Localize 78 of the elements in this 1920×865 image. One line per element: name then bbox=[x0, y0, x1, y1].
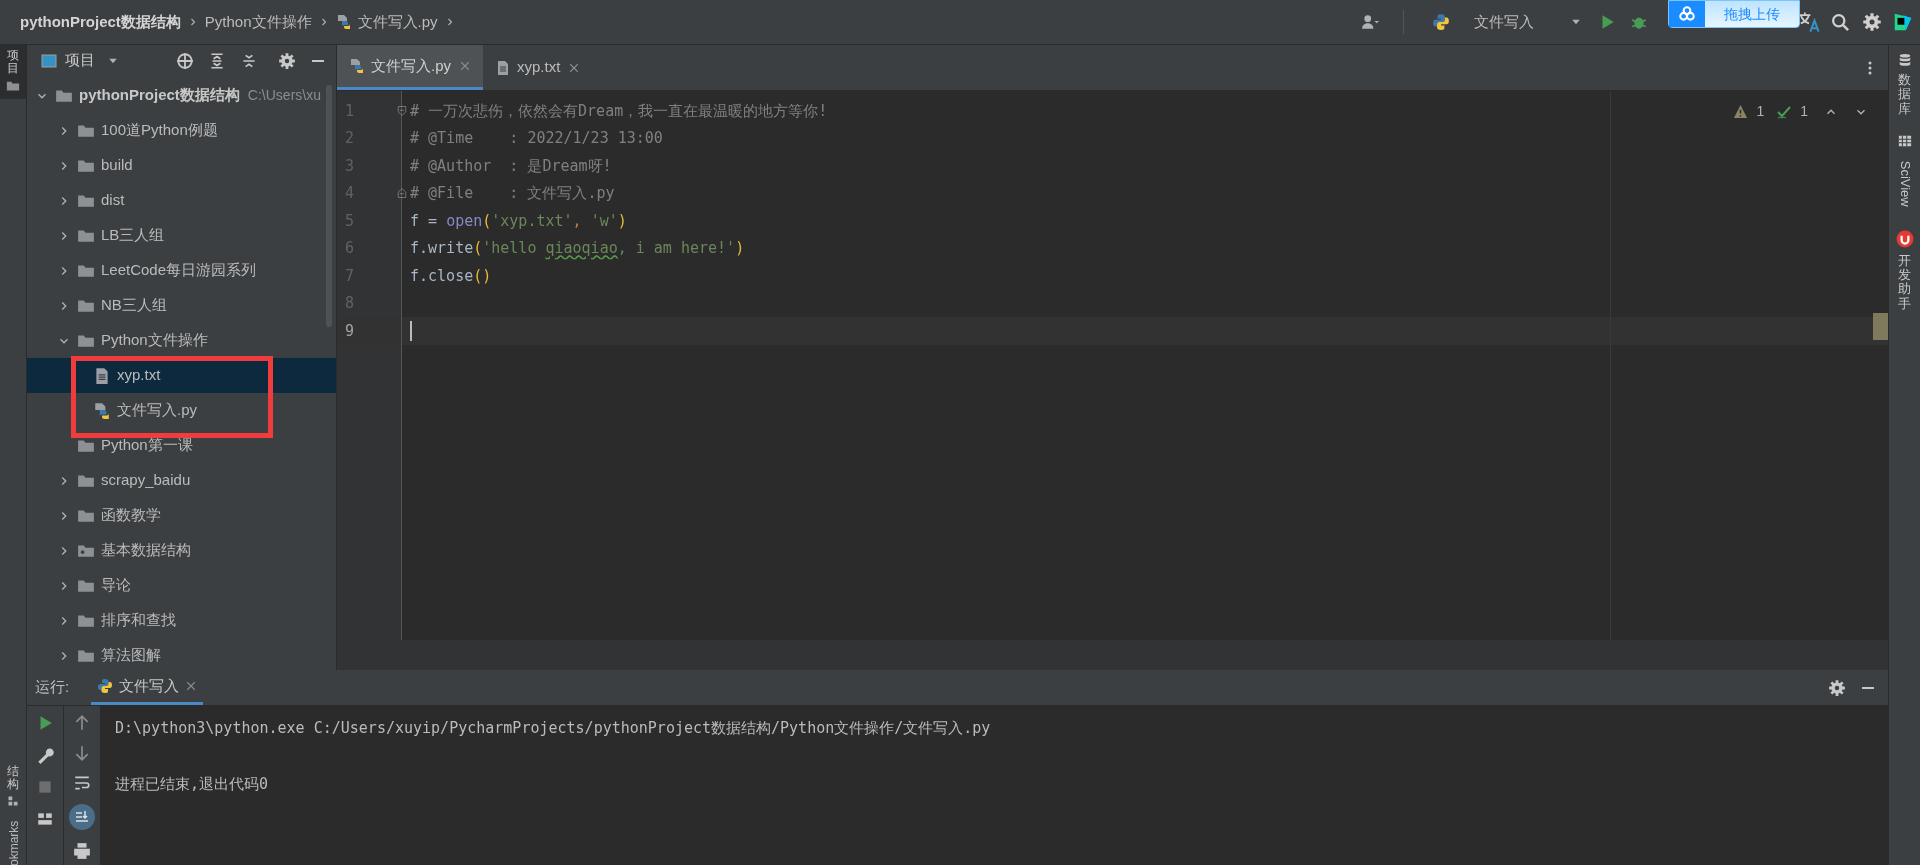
soft-wrap-icon[interactable] bbox=[73, 774, 91, 792]
tree-item[interactable]: 导论 bbox=[27, 568, 336, 603]
breadcrumb-item[interactable]: 文件写入.py bbox=[357, 10, 438, 34]
console-line: 进程已结束,退出代码0 bbox=[115, 774, 270, 795]
code-line: # @File : 文件写入.py bbox=[410, 183, 615, 204]
tool-window-label[interactable]: 数据库 bbox=[1898, 73, 1911, 116]
breadcrumb-item[interactable]: Python文件操作 bbox=[204, 10, 312, 34]
cloud-icon bbox=[1677, 5, 1697, 23]
panel-view-dropdown[interactable]: 项目 bbox=[41, 49, 119, 72]
settings-icon[interactable] bbox=[1862, 12, 1882, 32]
console-line: D:\python3\python.exe C:/Users/xuyip/PycharmProjects/pythonProject数据结构/Python文件操作/文件写入.py bbox=[115, 718, 992, 739]
database-icon bbox=[1897, 53, 1912, 67]
tree-item[interactable]: Python第一课 bbox=[27, 428, 336, 463]
tree-item[interactable]: 基本数据结构 bbox=[27, 533, 336, 568]
tree-item[interactable]: xyp.txt bbox=[27, 358, 336, 393]
tool-window-label[interactable]: 开发助手 bbox=[1898, 253, 1911, 312]
tool-window-label[interactable]: SciView bbox=[1894, 154, 1915, 213]
editor-tab[interactable]: xyp.txt bbox=[483, 45, 593, 90]
tree-item[interactable]: scrapy_baidu bbox=[27, 463, 336, 498]
toolbox-logo-icon[interactable] bbox=[1892, 11, 1914, 33]
code-line: f = open('xyp.txt', 'w') bbox=[410, 210, 627, 232]
scroll-marker bbox=[1873, 313, 1888, 340]
translate-icon[interactable] bbox=[1798, 11, 1820, 33]
structure-icon bbox=[7, 795, 19, 807]
up-arrow-icon[interactable] bbox=[73, 714, 91, 732]
text-file-icon bbox=[93, 366, 111, 385]
close-icon[interactable] bbox=[185, 680, 198, 692]
code-line: # @Author : 是Dream呀! bbox=[410, 155, 612, 177]
code-line: f.write('hello qiaoqiao, i am here!') bbox=[410, 238, 745, 259]
fold-end-icon[interactable] bbox=[396, 186, 408, 201]
warning-icon[interactable] bbox=[1733, 104, 1749, 119]
tree-item[interactable]: NB三人组 bbox=[27, 288, 336, 323]
down-arrow-icon[interactable] bbox=[73, 744, 91, 762]
expand-all-icon[interactable] bbox=[208, 51, 226, 70]
tree-item[interactable]: 排序和查找 bbox=[27, 603, 336, 638]
print-icon[interactable] bbox=[73, 842, 91, 860]
crosshair-icon[interactable] bbox=[176, 51, 194, 70]
scroll-to-end-button[interactable] bbox=[69, 804, 95, 830]
tool-window-label[interactable]: 结构 bbox=[7, 764, 19, 791]
python-file-icon bbox=[335, 14, 352, 30]
text-cursor bbox=[410, 320, 412, 341]
code-line: # 一万次悲伤，依然会有Dream，我一直在最温暖的地方等你! bbox=[410, 100, 828, 122]
tree-item[interactable]: Python文件操作 bbox=[27, 323, 336, 358]
close-icon[interactable] bbox=[568, 61, 581, 74]
python-file-icon bbox=[93, 401, 111, 420]
code-line: f.close() bbox=[410, 265, 492, 287]
python-icon bbox=[1432, 13, 1450, 31]
assistant-logo-icon bbox=[1895, 229, 1914, 248]
python-icon bbox=[97, 678, 114, 694]
tree-item[interactable]: build bbox=[27, 148, 336, 183]
search-icon[interactable] bbox=[1830, 12, 1850, 32]
tree-item[interactable]: pythonProject数据结构 C:\Users\xu bbox=[27, 78, 336, 113]
settings-icon[interactable] bbox=[278, 51, 296, 70]
passed-count[interactable]: 1 bbox=[1800, 101, 1808, 122]
tree-item[interactable]: LB三人组 bbox=[27, 218, 336, 253]
breadcrumb-item[interactable]: pythonProject数据结构 bbox=[20, 10, 181, 34]
code-line: # @Time : 2022/1/23 13:00 bbox=[410, 128, 663, 149]
window-icon bbox=[41, 52, 57, 69]
tree-item[interactable]: 100道Python例题 bbox=[27, 113, 336, 148]
editor-tab[interactable]: 文件写入.py bbox=[337, 45, 483, 90]
scroll-end-icon bbox=[74, 809, 90, 825]
tree-item[interactable]: dist bbox=[27, 183, 336, 218]
tool-window-label[interactable]: okmarks bbox=[4, 817, 23, 865]
warning-count[interactable]: 1 bbox=[1756, 101, 1765, 122]
settings-icon[interactable] bbox=[1828, 678, 1846, 697]
text-file-icon bbox=[495, 59, 511, 76]
tree-item[interactable]: LeetCode每日游园系列 bbox=[27, 253, 336, 288]
tree-item[interactable]: 函数教学 bbox=[27, 498, 336, 533]
fold-start-icon[interactable] bbox=[396, 103, 408, 118]
python-file-icon bbox=[349, 58, 365, 74]
grid-icon bbox=[1897, 133, 1912, 148]
tree-item[interactable]: 文件写入.py bbox=[27, 393, 336, 428]
run-config-dropdown[interactable]: 文件写入 bbox=[1474, 10, 1582, 34]
run-panel-label: 运行: bbox=[35, 677, 70, 698]
tree-item[interactable]: 算法图解 bbox=[27, 638, 336, 673]
line-number: 9 bbox=[344, 320, 356, 342]
wrench-icon[interactable] bbox=[36, 746, 54, 764]
layout-icon[interactable] bbox=[36, 810, 54, 828]
